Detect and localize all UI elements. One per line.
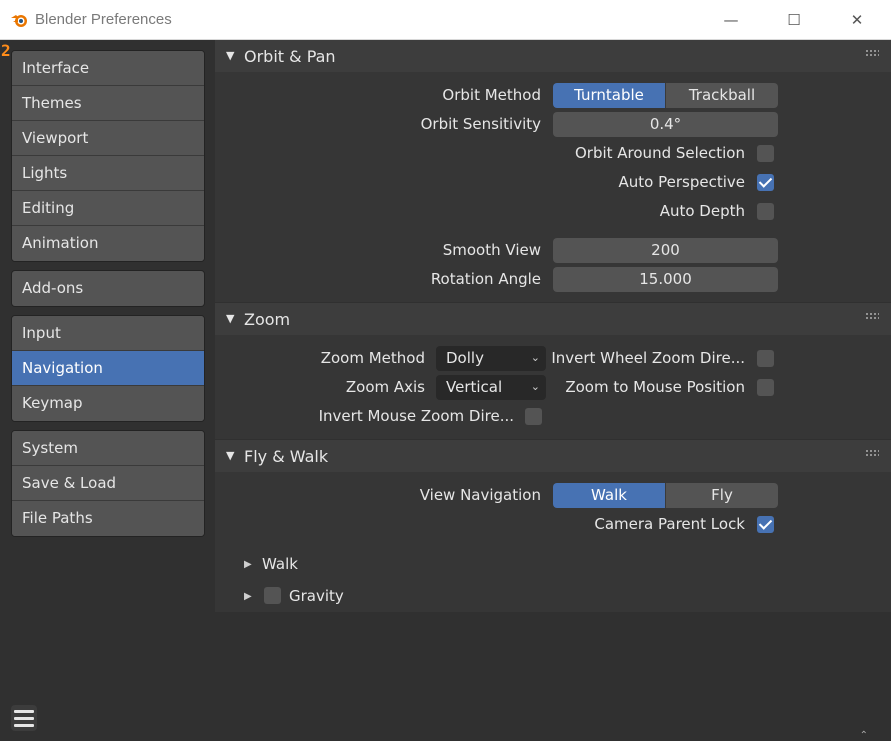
- step-badge: 2: [1, 41, 11, 60]
- orbit-pan-panel-header[interactable]: ▼ Orbit & Pan: [215, 40, 891, 72]
- gravity-label[interactable]: Gravity: [289, 587, 344, 605]
- zoom-axis-value: Vertical: [446, 378, 503, 396]
- minimize-icon: —: [723, 11, 739, 29]
- panel-title: Zoom: [244, 310, 291, 329]
- nav-group-ui: Interface Themes Viewport Lights Editing…: [11, 50, 205, 262]
- view-navigation-toggle: Walk Fly: [553, 483, 778, 508]
- drag-grip-icon[interactable]: [865, 49, 879, 57]
- collapse-triangle-icon: ▼: [226, 49, 235, 62]
- invert-wheel-zoom-checkbox[interactable]: [757, 350, 774, 367]
- invert-mouse-zoom-label: Invert Mouse Zoom Dire...: [318, 407, 514, 425]
- chevron-down-icon: ⌄: [530, 380, 540, 393]
- fly-option[interactable]: Fly: [665, 483, 778, 508]
- orbit-sensitivity-label: Orbit Sensitivity: [420, 115, 541, 133]
- gravity-checkbox[interactable]: [264, 587, 281, 604]
- sidebar-item-themes[interactable]: Themes: [12, 86, 204, 121]
- blender-logo-icon: [11, 15, 27, 27]
- zoom-method-value: Dolly: [446, 349, 484, 367]
- panel-title: Fly & Walk: [244, 447, 329, 466]
- scroll-up-icon[interactable]: ⌃: [860, 730, 868, 741]
- walk-option[interactable]: Walk: [553, 483, 665, 508]
- fly-walk-panel-header[interactable]: ▼ Fly & Walk: [215, 440, 891, 472]
- close-icon: ✕: [850, 11, 864, 29]
- sidebar-item-save-load[interactable]: Save & Load: [12, 466, 204, 501]
- auto-depth-checkbox[interactable]: [757, 203, 774, 220]
- walk-subpanel-label[interactable]: Walk: [262, 555, 298, 573]
- sidebar-item-editing[interactable]: Editing: [12, 191, 204, 226]
- empty-area: ⌃: [215, 612, 891, 741]
- orbit-around-selection-checkbox[interactable]: [757, 145, 774, 162]
- zoom-panel: Zoom Method Dolly ⌄ Invert Wheel Zoom Di…: [215, 335, 891, 439]
- nav-group-system: System Save & Load File Paths: [11, 430, 205, 537]
- sidebar-item-navigation[interactable]: Navigation: [12, 351, 204, 386]
- sidebar-item-input[interactable]: Input: [12, 316, 204, 351]
- auto-perspective-checkbox[interactable]: [757, 174, 774, 191]
- zoom-method-label: Zoom Method: [320, 349, 425, 367]
- orbit-method-label: Orbit Method: [442, 86, 541, 104]
- hamburger-menu-icon[interactable]: [11, 705, 37, 731]
- zoom-method-dropdown[interactable]: Dolly ⌄: [436, 346, 546, 371]
- nav-group-addons: Add-ons: [11, 270, 205, 307]
- fly-walk-panel: View Navigation Walk Fly Camera Parent L…: [215, 472, 891, 612]
- orbit-method-toggle: Turntable Trackball: [553, 83, 778, 108]
- smooth-view-field[interactable]: 200: [553, 238, 778, 263]
- panel-title: Orbit & Pan: [244, 47, 336, 66]
- window-title: Blender Preferences: [35, 11, 172, 28]
- chevron-down-icon: ⌄: [530, 351, 540, 364]
- zoom-panel-header[interactable]: ▼ Zoom: [215, 303, 891, 335]
- expand-triangle-icon[interactable]: ▶: [244, 559, 252, 570]
- rotation-angle-label: Rotation Angle: [430, 270, 541, 288]
- zoom-axis-dropdown[interactable]: Vertical ⌄: [436, 375, 546, 400]
- expand-triangle-icon[interactable]: ▶: [244, 591, 252, 602]
- orbit-sensitivity-field[interactable]: 0.4°: [553, 112, 778, 137]
- zoom-to-mouse-label: Zoom to Mouse Position: [565, 378, 745, 396]
- sidebar-item-interface[interactable]: Interface: [12, 51, 204, 86]
- sidebar-item-animation[interactable]: Animation: [12, 226, 204, 261]
- sidebar-item-system[interactable]: System: [12, 431, 204, 466]
- maximize-button[interactable]: ☐: [771, 0, 817, 40]
- drag-grip-icon[interactable]: [865, 449, 879, 457]
- camera-parent-lock-checkbox[interactable]: [757, 516, 774, 533]
- title-bar: Blender Preferences — ☐ ✕: [0, 0, 891, 40]
- zoom-axis-label: Zoom Axis: [345, 378, 425, 396]
- collapse-triangle-icon: ▼: [226, 449, 235, 462]
- view-navigation-label: View Navigation: [419, 486, 541, 504]
- sidebar-item-viewport[interactable]: Viewport: [12, 121, 204, 156]
- navigation-settings: ▼ Orbit & Pan Orbit Method Turntable Tra…: [215, 40, 891, 741]
- invert-mouse-zoom-checkbox[interactable]: [525, 408, 542, 425]
- preferences-sidebar: 2 Interface Themes Viewport Lights Editi…: [0, 40, 215, 741]
- nav-group-input: Input Navigation Keymap: [11, 315, 205, 422]
- turntable-option[interactable]: Turntable: [553, 83, 665, 108]
- sidebar-item-file-paths[interactable]: File Paths: [12, 501, 204, 536]
- auto-depth-label: Auto Depth: [659, 202, 745, 220]
- sidebar-item-addons[interactable]: Add-ons: [12, 271, 204, 306]
- drag-grip-icon[interactable]: [865, 312, 879, 320]
- zoom-to-mouse-checkbox[interactable]: [757, 379, 774, 396]
- collapse-triangle-icon: ▼: [226, 312, 235, 325]
- auto-perspective-label: Auto Perspective: [618, 173, 745, 191]
- rotation-angle-field[interactable]: 15.000: [553, 267, 778, 292]
- camera-parent-lock-label: Camera Parent Lock: [594, 515, 745, 533]
- maximize-icon: ☐: [787, 11, 801, 29]
- invert-wheel-zoom-label: Invert Wheel Zoom Dire...: [551, 349, 745, 367]
- smooth-view-label: Smooth View: [442, 241, 541, 259]
- close-button[interactable]: ✕: [834, 0, 880, 40]
- trackball-option[interactable]: Trackball: [665, 83, 778, 108]
- orbit-pan-panel: Orbit Method Turntable Trackball Orbit S…: [215, 72, 891, 302]
- orbit-around-selection-label: Orbit Around Selection: [574, 144, 745, 162]
- sidebar-item-keymap[interactable]: Keymap: [12, 386, 204, 421]
- minimize-button[interactable]: —: [708, 0, 754, 40]
- sidebar-item-lights[interactable]: Lights: [12, 156, 204, 191]
